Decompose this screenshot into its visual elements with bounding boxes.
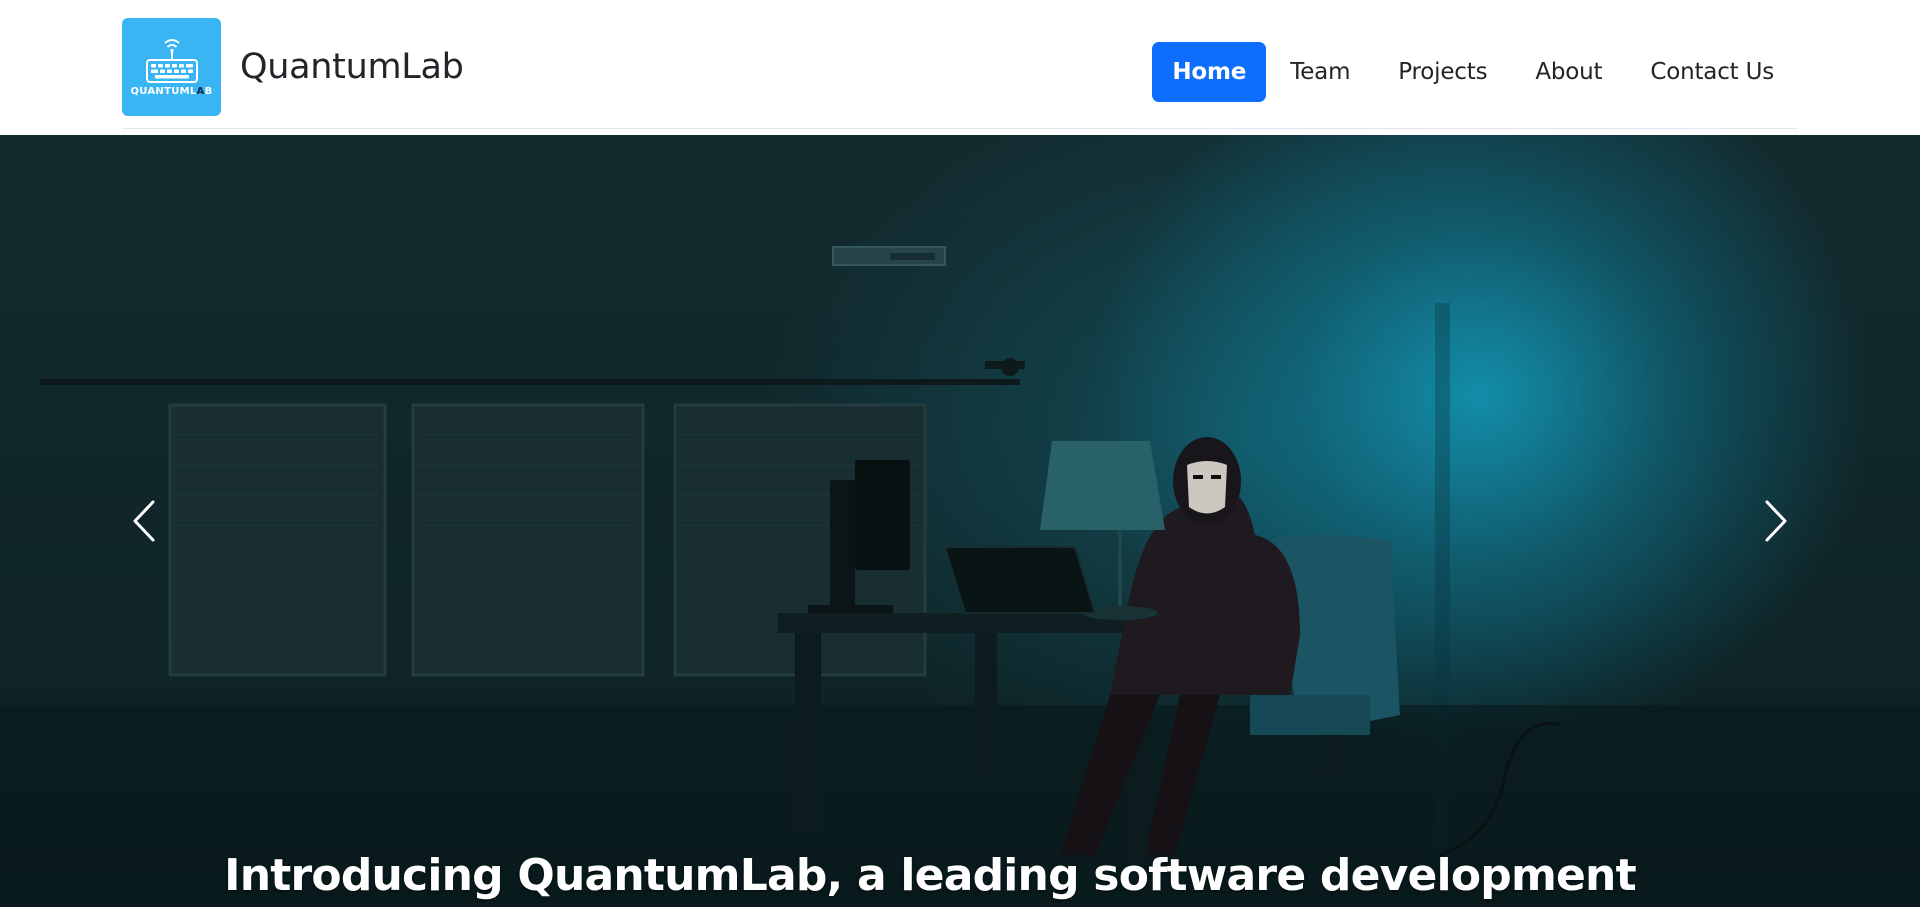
carousel-prev-button[interactable] — [0, 135, 288, 907]
navbar-container: QUANTUMLAB QuantumLab Home Team Projects… — [122, 0, 1798, 129]
nav-home[interactable]: Home — [1152, 42, 1267, 102]
keyboard-wifi-icon — [145, 38, 198, 83]
nav-contact-us[interactable]: Contact Us — [1626, 42, 1798, 102]
carousel-caption: Introducing QuantumLab, a leading softwa… — [224, 850, 1636, 901]
hero-carousel: Introducing QuantumLab, a leading softwa… — [0, 135, 1920, 907]
chevron-right-icon — [1761, 499, 1791, 543]
nav-projects[interactable]: Projects — [1374, 42, 1511, 102]
logo-wordmark: QUANTUMLAB — [130, 85, 213, 97]
nav-team[interactable]: Team — [1266, 42, 1374, 102]
carousel-next-button[interactable] — [1632, 135, 1920, 907]
chevron-left-icon — [129, 499, 159, 543]
brand-logo: QUANTUMLAB — [122, 18, 221, 116]
main-nav: Home Team Projects About Contact Us — [1152, 42, 1798, 102]
brand-name[interactable]: QuantumLab — [240, 47, 464, 87]
brand-link[interactable]: QUANTUMLAB QuantumLab — [122, 18, 464, 116]
nav-about[interactable]: About — [1511, 42, 1626, 102]
navbar: QUANTUMLAB QuantumLab Home Team Projects… — [0, 0, 1920, 135]
